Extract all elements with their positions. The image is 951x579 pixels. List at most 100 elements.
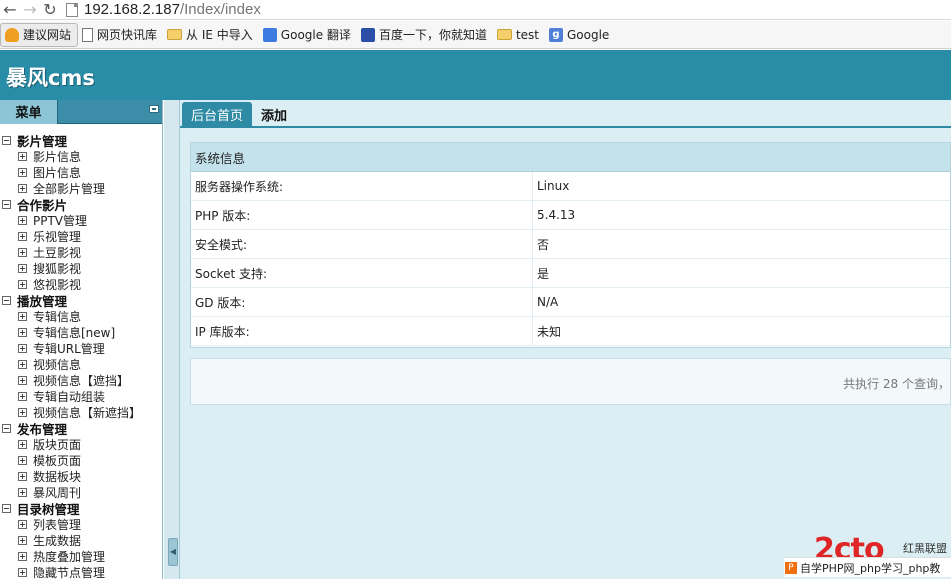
menu-item[interactable]: 视频信息 (0, 356, 162, 372)
info-value: 是 (537, 266, 550, 281)
collapse-box-icon[interactable] (2, 503, 11, 513)
menu-item[interactable]: 土豆影视 (0, 244, 162, 260)
info-row: 安全模式: 否 (191, 230, 950, 259)
sidebar-splitter[interactable] (164, 100, 180, 579)
page-icon (82, 27, 94, 42)
bookmark-label: test (515, 27, 539, 42)
menu-item[interactable]: 热度叠加管理 (0, 548, 162, 564)
menu-item[interactable]: 图片信息 (0, 164, 162, 180)
expand-box-icon (18, 567, 27, 577)
expand-box-icon (18, 439, 27, 449)
watermark-tag: 红黑联盟 (903, 542, 947, 555)
main-content: 后台首页 添加 系统信息 服务器操作系统: Linux PHP 版本: 5.4.13… (180, 100, 951, 579)
menu-group[interactable]: 播放管理 (0, 292, 162, 309)
menu-item-label: 隐藏节点管理 (33, 565, 106, 579)
menu-item[interactable]: 影片信息 (0, 148, 162, 164)
menu-item[interactable]: 专辑信息[new] (0, 324, 162, 340)
tab-add[interactable]: 添加 (252, 102, 296, 126)
info-value: N/A (537, 295, 559, 309)
menu-item[interactable]: 模板页面 (0, 452, 162, 468)
expand-box-icon (18, 375, 27, 385)
reload-icon[interactable]: ↻ (40, 0, 60, 20)
bookmark-google[interactable]: g Google (545, 23, 615, 47)
expand-box-icon (18, 391, 27, 401)
menu-item-label: 图片信息 (33, 165, 82, 180)
toggle-sidebar-icon[interactable]: ◀ (168, 538, 178, 566)
expand-box-icon (18, 215, 27, 225)
menu-item[interactable]: 视频信息【遮挡】 (0, 372, 162, 388)
menu-item-label: PPTV管理 (33, 213, 88, 228)
translate-icon (262, 27, 277, 42)
bookmark-label: 建议网站 (23, 28, 72, 42)
bookmark-test[interactable]: test (493, 23, 545, 47)
bulb-icon (5, 27, 19, 42)
bookmark-suggested-sites[interactable]: 建议网站 (0, 22, 79, 47)
menu-item[interactable]: 乐视管理 (0, 228, 162, 244)
expand-box-icon (18, 247, 27, 257)
back-icon[interactable]: ← (0, 0, 20, 20)
collapse-box-icon[interactable] (2, 295, 11, 305)
info-key: 安全模式: (191, 230, 533, 258)
bookmark-label: 从 IE 中导入 (186, 28, 253, 42)
query-footer: 共执行 28 个查询， (190, 358, 951, 405)
menu-item-label: 专辑自动组装 (33, 389, 106, 404)
system-info-panel: 系统信息 服务器操作系统: Linux PHP 版本: 5.4.13 安全模式: 否 … (190, 142, 951, 348)
menu-group[interactable]: 合作影片 (0, 196, 162, 213)
forward-icon[interactable]: → (20, 0, 40, 20)
sidebar-title[interactable]: 菜单 (0, 100, 58, 124)
url-path: /Index/index (179, 1, 261, 18)
collapse-box-icon[interactable] (2, 135, 11, 145)
tab-home[interactable]: 后台首页 (182, 102, 253, 126)
info-row: GD 版本: N/A (191, 288, 950, 317)
menu-item-label: 视频信息【遮挡】 (33, 373, 130, 388)
expand-box-icon (18, 183, 27, 193)
info-row: PHP 版本: 5.4.13 (191, 201, 950, 230)
expand-box-icon (18, 151, 27, 161)
menu-item[interactable]: 数据板块 (0, 468, 162, 484)
menu-item[interactable]: PPTV管理 (0, 212, 162, 228)
url-field[interactable]: 192.168.2.187/Index/index (84, 1, 261, 18)
bookmark-label: 百度一下，你就知道 (378, 28, 487, 42)
collapse-icon[interactable] (149, 105, 159, 113)
menu-group[interactable]: 发布管理 (0, 420, 162, 437)
watermark-bar: P 自学PHP网_php学习_php教 (784, 557, 951, 577)
menu-item[interactable]: 专辑自动组装 (0, 388, 162, 404)
bookmark-baidu[interactable]: 百度一下，你就知道 (357, 23, 493, 47)
menu-item[interactable]: 生成数据 (0, 532, 162, 548)
menu-item[interactable]: 列表管理 (0, 516, 162, 532)
menu-item-label: 版块页面 (33, 437, 82, 452)
collapse-box-icon[interactable] (2, 199, 11, 209)
menu-tree: 影片管理 影片信息 图片信息 全部影片管理 合作影片 PPTV管理 乐视管理 土豆影视 搜狐影视… (0, 124, 162, 579)
info-value: 5.4.13 (537, 208, 576, 222)
expand-box-icon (18, 407, 27, 417)
watermark-bar-text: 自学PHP网_php学习_php教 (800, 561, 941, 575)
menu-item-label: 乐视管理 (33, 229, 82, 244)
menu-item[interactable]: 隐藏节点管理 (0, 564, 162, 579)
info-row: Socket 支持: 是 (191, 259, 950, 288)
menu-item-label: 模板页面 (33, 453, 82, 468)
menu-group[interactable]: 影片管理 (0, 132, 162, 149)
menu-item[interactable]: 版块页面 (0, 436, 162, 452)
info-value: Linux (537, 179, 570, 193)
menu-item-label: 专辑信息 (33, 309, 82, 324)
menu-item[interactable]: 专辑URL管理 (0, 340, 162, 356)
menu-group[interactable]: 目录树管理 (0, 500, 162, 517)
collapse-box-icon[interactable] (2, 423, 11, 433)
menu-item-label: 影片信息 (33, 149, 82, 164)
menu-item[interactable]: 搜狐影视 (0, 260, 162, 276)
menu-item[interactable]: 专辑信息 (0, 308, 162, 324)
info-row: 服务器操作系统: Linux (191, 172, 950, 201)
menu-item-label: 专辑信息[new] (33, 325, 116, 340)
bookmark-web-slices[interactable]: 网页快讯库 (78, 23, 163, 47)
info-key: PHP 版本: (191, 201, 533, 229)
bookmark-google-translate[interactable]: Google 翻译 (259, 23, 357, 47)
app-logo[interactable]: 暴风cms (6, 62, 95, 92)
info-key: GD 版本: (191, 288, 533, 316)
menu-item-label: 专辑URL管理 (33, 341, 105, 356)
panel-title: 系统信息 (191, 143, 950, 172)
menu-item-label: 搜狐影视 (33, 261, 82, 276)
expand-box-icon (18, 487, 27, 497)
info-row: IP 库版本: 未知 (191, 317, 950, 346)
expand-box-icon (18, 231, 27, 241)
bookmark-import-ie[interactable]: 从 IE 中导入 (163, 23, 259, 47)
